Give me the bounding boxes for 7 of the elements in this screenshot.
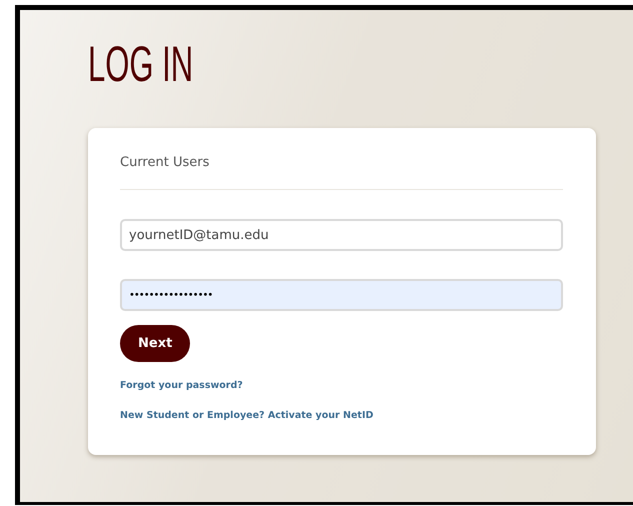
next-button[interactable]: Next (120, 325, 190, 362)
username-field[interactable]: yournetID@tamu.edu (120, 219, 563, 251)
help-link[interactable]: New Student or Employee? Activate your NetID (120, 408, 374, 423)
page-heading: LOG IN (88, 38, 194, 90)
password-field[interactable]: ••••••••••••••••• (120, 279, 563, 311)
section-title: Current Users (120, 154, 210, 172)
help-link[interactable]: Forgot your password? (120, 378, 243, 393)
